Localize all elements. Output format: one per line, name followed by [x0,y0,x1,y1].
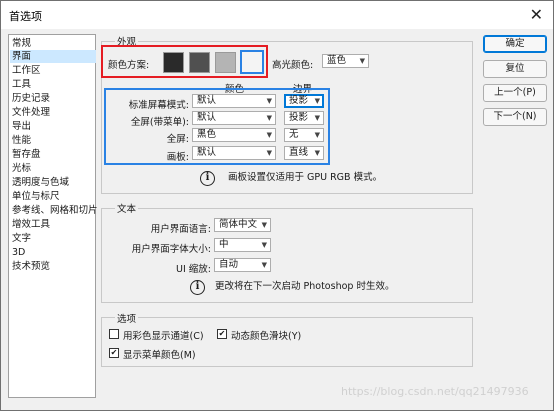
sidebar-item-general[interactable]: 常规 [12,37,31,50]
chevron-down-icon: ▼ [266,131,272,139]
ui-language-select[interactable]: 简体中文 ▼ [214,218,271,232]
sidebar-item-type[interactable]: 文字 [12,232,31,245]
category-list[interactable]: 常规 界面 工作区 工具 历史记录 文件处理 导出 性能 暂存盘 光标 透明度与… [8,34,98,398]
fullscreen-color-value: 黑色 [197,129,217,140]
ui-font-size-value: 中 [219,239,229,250]
menu-colors-label: 显示菜单颜色(M) [123,350,196,361]
color-channels-label: 用彩色显示通道(C) [123,331,204,342]
chevron-down-icon: ▼ [314,131,320,139]
sidebar-item-cursors[interactable]: 光标 [12,162,31,175]
text-group-label: 文本 [115,201,139,215]
menu-colors-checkbox[interactable]: ✔ [109,348,119,358]
ui-language-label: 用户界面语言: [150,224,211,235]
fullscreen-border-value: 无 [289,129,299,140]
ui-scale-label: UI 缩放: [176,264,211,275]
chevron-down-icon: ▼ [266,114,272,122]
title-bar: 首选项 ✕ [1,1,553,29]
artboard-label: 画板: [166,152,189,163]
fullscreen-menu-label: 全屏(带菜单): [130,117,189,128]
check-icon: ✔ [218,329,226,338]
preferences-dialog: 首选项 ✕ 常规 界面 工作区 工具 历史记录 文件处理 导出 性能 暂存盘 光… [0,0,554,411]
chevron-down-icon: ▼ [314,149,320,157]
ui-font-size-select[interactable]: 中 ▼ [214,238,271,252]
chevron-down-icon: ▼ [359,57,365,65]
info-icon: i [190,280,205,295]
chevron-down-icon: ▼ [266,97,272,105]
fullscreen-menu-color-select[interactable]: 默认 ▼ [192,111,276,125]
color-scheme-swatch-dark[interactable] [189,52,210,73]
ok-button[interactable]: 确定 [483,35,547,53]
reset-button[interactable]: 复位 [483,60,547,78]
sidebar-item-guides-grid[interactable]: 参考线、网格和切片 [12,204,98,217]
check-icon: ✔ [110,348,118,357]
color-scheme-swatch-darkest[interactable] [163,52,184,73]
sidebar-item-3d[interactable]: 3D [12,246,25,259]
color-scheme-swatch-medium[interactable] [215,52,236,73]
highlight-color-label: 高光颜色: [272,60,314,71]
previous-button[interactable]: 上一个(P) [483,84,547,102]
sidebar-item-scratch-disks[interactable]: 暂存盘 [12,148,41,161]
ui-scale-value: 自动 [219,259,239,270]
sidebar-item-performance[interactable]: 性能 [12,134,31,147]
chevron-down-icon: ▼ [266,149,272,157]
sidebar-item-plugins[interactable]: 增效工具 [12,218,50,231]
highlight-color-value: 蓝色 [327,55,347,66]
standard-screen-border-value: 投影 [289,95,309,106]
sidebar-item-interface[interactable]: 界面 [10,50,96,63]
chevron-down-icon: ▼ [261,261,267,269]
sidebar-item-tech-previews[interactable]: 技术预览 [12,260,50,273]
dynamic-sliders-label: 动态颜色滑块(Y) [231,331,302,342]
sidebar-item-file-handling[interactable]: 文件处理 [12,106,50,119]
sidebar-item-tools[interactable]: 工具 [12,78,31,91]
highlight-color-select[interactable]: 蓝色 ▼ [322,54,369,68]
color-channels-checkbox[interactable] [109,329,119,339]
standard-screen-color-value: 默认 [197,95,217,106]
sidebar-item-units-rulers[interactable]: 单位与标尺 [12,190,60,203]
artboard-color-select[interactable]: 默认 ▼ [192,146,276,160]
restart-note: 更改将在下一次启动 Photoshop 时生效。 [215,281,395,292]
artboard-note: 画板设置仅适用于 GPU RGB 模式。 [228,172,383,183]
standard-screen-mode-label: 标准屏幕模式: [128,100,189,111]
artboard-color-value: 默认 [197,147,217,158]
standard-screen-color-select[interactable]: 默认 ▼ [192,94,276,108]
chevron-down-icon: ▼ [314,114,320,122]
ui-scale-select[interactable]: 自动 ▼ [214,258,271,272]
info-icon: i [200,171,215,186]
fullscreen-color-select[interactable]: 黑色 ▼ [192,128,276,142]
window-title: 首选项 [9,10,42,23]
sidebar-item-workspace[interactable]: 工作区 [12,64,41,77]
artboard-border-value: 直线 [289,147,309,158]
chevron-down-icon: ▼ [261,241,267,249]
fullscreen-menu-border-select[interactable]: 投影 ▼ [284,111,324,125]
options-group-label: 选项 [115,311,139,325]
color-scheme-label: 颜色方案: [108,60,150,71]
standard-screen-border-select[interactable]: 投影 ▼ [284,94,324,108]
chevron-down-icon: ▼ [261,221,267,229]
fullscreen-border-select[interactable]: 无 ▼ [284,128,324,142]
fullscreen-label: 全屏: [166,134,189,145]
artboard-border-select[interactable]: 直线 ▼ [284,146,324,160]
fullscreen-menu-color-value: 默认 [197,112,217,123]
chevron-down-icon: ▼ [314,97,320,105]
watermark: https://blog.csdn.net/qq21497936 [341,385,529,398]
dynamic-sliders-checkbox[interactable]: ✔ [217,329,227,339]
ui-font-size-label: 用户界面字体大小: [131,244,211,255]
fullscreen-menu-border-value: 投影 [289,112,309,123]
next-button[interactable]: 下一个(N) [483,108,547,126]
close-icon[interactable]: ✕ [530,5,543,24]
sidebar-item-export[interactable]: 导出 [12,120,31,133]
ui-language-value: 简体中文 [219,219,258,230]
sidebar-item-history[interactable]: 历史记录 [12,92,50,105]
sidebar-item-transparency[interactable]: 透明度与色域 [12,176,69,189]
color-scheme-swatch-light[interactable] [240,50,264,74]
